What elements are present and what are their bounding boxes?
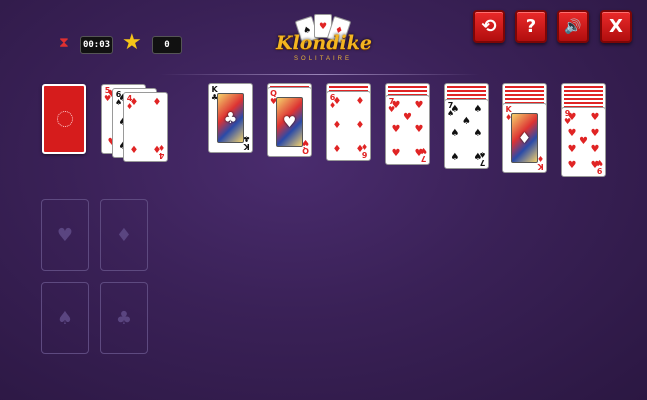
face-down-card-edge <box>564 90 603 92</box>
card-pip-icon: ♠ <box>473 128 483 139</box>
card-pip-icon: ♥ <box>590 144 600 156</box>
face-down-card-edge <box>447 94 486 96</box>
card-pip-icon: ♦ <box>129 145 139 156</box>
foundation-clubs[interactable]: ♣ <box>100 282 148 354</box>
face-down-card-edge <box>447 86 486 88</box>
card-pip-icon: ♥ <box>391 124 401 135</box>
face-card-portrait-icon: ♥ <box>276 97 303 147</box>
foundation-spades[interactable]: ♠ <box>41 282 89 354</box>
close-icon: X <box>609 16 623 37</box>
card-pip-icon: ♥ <box>579 136 588 147</box>
playing-card[interactable]: Q ♥ Q ♥ ♥ <box>267 87 312 157</box>
card-pips: ♥ ♥ ♥ ♥ ♥ ♥ ♥ ♥ ♥ <box>568 113 600 171</box>
card-pip-icon: ♠ <box>462 116 471 127</box>
face-down-card-edge <box>564 98 603 100</box>
face-down-card-edge <box>505 94 544 96</box>
card-pip-icon: ♥ <box>567 144 577 156</box>
help-icon: ? <box>525 16 537 37</box>
restart-icon: ⟲ <box>481 16 497 37</box>
logo-title: Klondike <box>276 32 372 54</box>
card-pip-icon: ♦ <box>355 144 365 155</box>
score-display: 0 <box>152 36 182 54</box>
card-pip-icon: ♥ <box>391 100 401 111</box>
card-pips: ♦ ♦ ♦ ♦ ♦ ♦ <box>333 97 365 155</box>
card-pip-icon: ♦ <box>152 97 162 108</box>
playing-card[interactable]: 7 ♠ 7 ♠ ♠ ♠ ♠ ♠ ♠ ♠ ♠ <box>444 99 489 169</box>
card-pips: ♥ ♥ ♥ ♥ ♥ ♥ ♥ <box>392 101 424 159</box>
foundation-hearts[interactable]: ♥ <box>41 199 89 271</box>
face-down-card-edge <box>388 86 427 88</box>
diamond-icon: ♦ <box>115 224 133 246</box>
card-pip-icon: ♥ <box>590 112 600 123</box>
logo-subtitle: SOLITAIRE <box>294 56 352 62</box>
club-icon: ♣ <box>115 307 133 329</box>
card-pip-icon: ♦ <box>332 120 342 131</box>
card-pip-icon: ♦ <box>152 145 162 156</box>
card-pip-icon: ♠ <box>473 152 483 163</box>
face-down-card-edge <box>564 102 603 104</box>
card-pip-icon: ♥ <box>590 127 600 139</box>
card-pip-icon: ♦ <box>332 96 342 107</box>
card-pip-icon: ♦ <box>332 144 342 155</box>
star-icon: ★ <box>122 30 142 55</box>
card-pip-icon: ♥ <box>414 124 424 135</box>
timer-display: 00:03 <box>80 36 113 54</box>
card-rank: Q <box>302 146 309 155</box>
card-pip-icon: ♠ <box>450 152 460 163</box>
card-rank: K <box>243 142 250 151</box>
stock-pile[interactable] <box>42 84 86 154</box>
card-pip-icon: ♦ <box>355 120 365 131</box>
speaker-icon: 🔊 <box>564 18 582 35</box>
face-down-card-edge <box>388 90 427 92</box>
help-button[interactable]: ? <box>515 10 547 43</box>
card-back-pattern-icon <box>57 111 73 127</box>
face-down-card-edge <box>505 90 544 92</box>
card-pip-icon: ♦ <box>129 97 139 108</box>
card-pip-icon: ♠ <box>450 104 460 115</box>
face-down-card-edge <box>505 86 544 88</box>
heart-icon: ♥ <box>56 224 74 246</box>
face-card-portrait-icon: ♦ <box>511 113 538 163</box>
face-down-card-edge <box>447 90 486 92</box>
face-card-portrait-icon: ♣ <box>217 93 244 143</box>
card-pips: ♠ ♠ ♠ ♠ ♠ ♠ ♠ <box>451 105 483 163</box>
card-pip-icon: ♥ <box>414 148 424 159</box>
card-pip-icon: ♥ <box>403 112 412 123</box>
card-rank: K <box>537 162 544 171</box>
card-pips: ♦ ♦ ♦ ♦ <box>130 98 162 156</box>
face-down-card-edge <box>329 86 368 88</box>
playing-card[interactable]: K ♣ K ♣ ♣ <box>208 83 253 153</box>
playing-card[interactable]: 7 ♥ 7 ♥ ♥ ♥ ♥ ♥ ♥ ♥ ♥ <box>385 95 430 165</box>
face-down-card-edge <box>564 86 603 88</box>
playing-card[interactable]: 9 ♥ 9 ♥ ♥ ♥ ♥ ♥ ♥ ♥ ♥ ♥ ♥ <box>561 107 606 177</box>
spade-icon: ♠ <box>56 307 74 329</box>
hourglass-icon: ⧗ <box>59 35 69 51</box>
card-pip-icon: ♥ <box>567 160 577 171</box>
face-down-card-edge <box>505 98 544 100</box>
sound-button[interactable]: 🔊 <box>557 10 589 43</box>
card-pip-icon: ♥ <box>567 112 577 123</box>
card-pip-icon: ♦ <box>355 96 365 107</box>
restart-button[interactable]: ⟲ <box>473 10 505 43</box>
card-pip-icon: ♥ <box>391 148 401 159</box>
card-pip-icon: ♥ <box>567 127 577 139</box>
header-divider <box>160 74 480 75</box>
close-button[interactable]: X <box>600 10 632 43</box>
playing-card[interactable]: K ♦ K ♦ ♦ <box>502 103 547 173</box>
card-pip-icon: ♥ <box>590 160 600 171</box>
card-pip-icon: ♠ <box>450 128 460 139</box>
face-down-card-edge <box>564 94 603 96</box>
playing-card[interactable]: 4 ♦ 4 ♦ ♦ ♦ ♦ ♦ <box>123 92 168 162</box>
card-pip-icon: ♥ <box>414 100 424 111</box>
foundation-diamonds[interactable]: ♦ <box>100 199 148 271</box>
playing-card[interactable]: 6 ♦ 6 ♦ ♦ ♦ ♦ ♦ ♦ ♦ <box>326 91 371 161</box>
card-pip-icon: ♠ <box>473 104 483 115</box>
